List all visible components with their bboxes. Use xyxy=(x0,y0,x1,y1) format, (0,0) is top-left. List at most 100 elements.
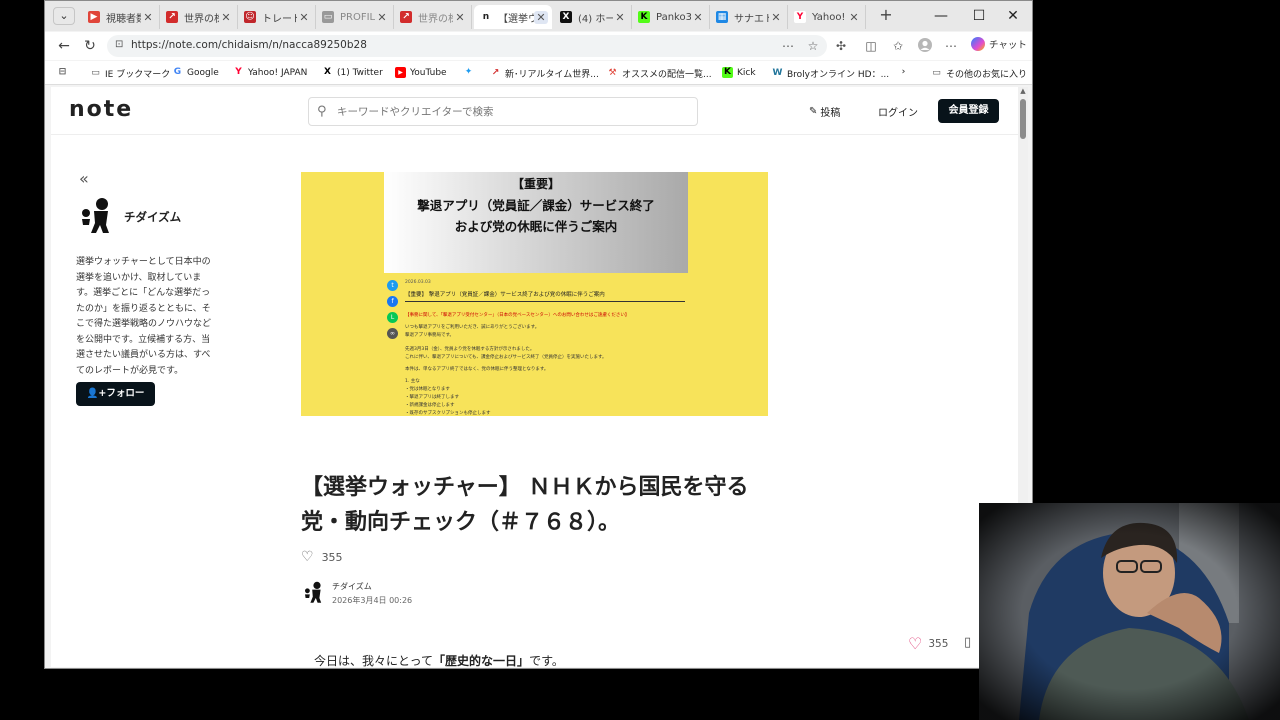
hero-line-2: および党の休眠に伴うご案内 xyxy=(454,219,618,234)
like-count: 355 xyxy=(321,550,343,564)
note-logo[interactable]: note xyxy=(69,97,133,122)
scrollbar-thumb[interactable] xyxy=(1020,99,1026,139)
copilot-chat-button[interactable]: チャット xyxy=(971,37,1027,51)
creator-name[interactable]: チダイズム xyxy=(124,209,181,225)
tab-favicon-icon: X xyxy=(560,11,572,23)
bookmark-other-favorites[interactable]: ▭ その他のお気に入り xyxy=(931,67,1027,80)
favorites-icon[interactable]: ✩ xyxy=(890,38,906,54)
bookmark-recommended-streams[interactable]: ⚒ オススメの配信一覧... xyxy=(607,67,711,80)
collapse-sidebar-icon[interactable]: « xyxy=(79,169,89,188)
extensions-icon[interactable]: ✣ xyxy=(833,38,849,54)
close-tab-icon[interactable]: ✕ xyxy=(141,11,155,24)
tab-favicon-icon: ↗ xyxy=(400,11,412,23)
heart-outline-icon[interactable]: ♡ xyxy=(301,549,314,565)
bookmark-twitter[interactable]: X (1) Twitter xyxy=(322,67,383,78)
creator-avatar[interactable] xyxy=(77,195,117,235)
close-tab-icon[interactable]: ✕ xyxy=(847,11,861,24)
tab-8[interactable]: K Panko3F ✕ xyxy=(632,5,710,29)
more-bookmarks-chevron-icon[interactable]: › xyxy=(898,67,913,78)
post-button[interactable]: ✎ 投稿 xyxy=(809,104,840,119)
close-tab-icon[interactable]: ✕ xyxy=(375,11,389,24)
post-label: 投稿 xyxy=(820,108,841,119)
close-tab-icon[interactable]: ✕ xyxy=(534,10,548,24)
bookmark-twitter-bird[interactable]: ✦ xyxy=(463,67,478,78)
tab-3[interactable]: ☺ トレード - ✕ xyxy=(238,5,316,29)
copilot-icon xyxy=(971,37,985,51)
more-info-icon[interactable]: ⋯ xyxy=(780,38,796,54)
tab-1[interactable]: ▶ 視聴者数 ✕ xyxy=(82,5,160,29)
settings-more-icon[interactable]: ⋯ xyxy=(943,38,959,54)
maximize-button[interactable]: ☐ xyxy=(969,6,989,26)
address-bar[interactable]: ⊡ https://note.com/chidaism/n/nacca89250… xyxy=(107,35,827,57)
bookmark-bar-toggle-icon[interactable]: ⊟ xyxy=(57,67,72,78)
author-avatar[interactable] xyxy=(302,580,326,604)
floating-like-button[interactable]: ♡ 355 xyxy=(908,634,948,653)
article-hero-image: 【重要】 撃退アプリ（党員証／課金）サービス終了 および党の休眠に伴うご案内 t… xyxy=(301,172,768,416)
site-info-icon[interactable]: ⊡ xyxy=(115,39,127,51)
body-text-prefix: 今日は、我々にとって xyxy=(314,654,434,667)
article-title: 【選挙ウォッチャー】 ＮＨＫから国民を守る党・動向チェック（＃７６８）。 xyxy=(301,475,749,535)
tab-10[interactable]: Y Yahoo! J ✕ xyxy=(788,5,866,29)
profile-avatar-icon[interactable] xyxy=(917,38,933,54)
note-page: note ⚲ ✎ 投稿 ログイン 会員登録 « チダイズム 選挙ウォッチャーとし… xyxy=(51,87,1022,667)
scroll-up-icon[interactable]: ▲ xyxy=(1019,87,1027,95)
tab-6-active[interactable]: n 【選挙ウォ ✕ xyxy=(474,5,552,29)
close-tab-icon[interactable]: ✕ xyxy=(691,11,705,24)
new-tab-button[interactable]: + xyxy=(877,7,895,25)
tab-label: トレード - xyxy=(262,13,297,25)
bookmark-label: (1) Twitter xyxy=(337,67,383,78)
desktop: ⌄ ▶ 視聴者数 ✕ ↗ 世界の株 ✕ ☺ トレード - ✕ ▭ PROFILE… xyxy=(0,0,1280,720)
tab-7[interactable]: X (4) ホーム ✕ xyxy=(554,5,632,29)
tab-2[interactable]: ↗ 世界の株 ✕ xyxy=(160,5,238,29)
bookmark-broly[interactable]: W Brolyオンライン HD：... xyxy=(772,67,890,80)
bookmark-google[interactable]: G Google xyxy=(172,67,219,78)
twitter-bird-icon: ✦ xyxy=(464,67,473,77)
kick-icon: K xyxy=(722,67,733,78)
close-tab-icon[interactable]: ✕ xyxy=(219,11,233,24)
tab-actions-button[interactable]: ⌄ xyxy=(53,7,75,25)
tab-5[interactable]: ↗ 世界の株 ✕ xyxy=(394,5,472,29)
share-twitter-icon: t xyxy=(387,280,398,291)
follow-button[interactable]: 👤+フォロー xyxy=(76,382,155,406)
bookmarks-bar: ⊟ ▭ IE ブックマーク G Google Y Yahoo! JAPAN X … xyxy=(45,61,1032,85)
hero-text-line: ・撃退アプリは終了します xyxy=(405,395,459,400)
close-tab-icon[interactable]: ✕ xyxy=(297,11,311,24)
tab-4[interactable]: ▭ PROFILE ✕ xyxy=(316,5,394,29)
close-window-button[interactable]: ✕ xyxy=(1003,6,1023,26)
tab-favicon-icon: ↗ xyxy=(166,11,178,23)
tab-9[interactable]: ▦ サナエトー ✕ xyxy=(710,5,788,29)
tab-favicon-icon: ☺ xyxy=(244,11,256,23)
book-icon[interactable]: ▯ xyxy=(964,635,971,650)
tab-favicon-icon: Y xyxy=(794,11,806,23)
chat-label: チャット xyxy=(989,40,1027,51)
author-name[interactable]: チダイズム xyxy=(332,581,372,592)
back-button[interactable]: ← xyxy=(55,37,73,55)
refresh-button[interactable]: ↻ xyxy=(81,37,99,55)
bookmark-kick[interactable]: K Kick xyxy=(722,67,756,78)
tab-label: Yahoo! J xyxy=(812,11,847,23)
search-box[interactable]: ⚲ xyxy=(308,97,698,126)
search-input[interactable] xyxy=(337,103,687,121)
body-text-bold: 「歴史的な一日」 xyxy=(433,654,530,667)
signup-button[interactable]: 会員登録 xyxy=(938,99,999,123)
bookmark-ie[interactable]: ▭ IE ブックマーク xyxy=(90,67,170,80)
bookmark-realtime-stocks[interactable]: ↗ 新･リアルタイム世界... xyxy=(490,67,599,80)
close-tab-icon[interactable]: ✕ xyxy=(613,11,627,24)
chart-icon: ↗ xyxy=(491,68,500,78)
bookmark-label: その他のお気に入り xyxy=(946,70,1028,80)
bookmark-yahoo[interactable]: Y Yahoo! JAPAN xyxy=(233,67,307,78)
bookmark-label: Kick xyxy=(737,67,756,78)
share-facebook-icon: f xyxy=(387,296,398,307)
note-header: note ⚲ ✎ 投稿 ログイン 会員登録 xyxy=(51,87,1022,135)
close-tab-icon[interactable]: ✕ xyxy=(453,11,467,24)
login-link[interactable]: ログイン xyxy=(878,104,918,119)
split-screen-icon[interactable]: ◫ xyxy=(863,38,879,54)
tab-label: (4) ホーム xyxy=(578,13,613,25)
tab-label: PROFILE xyxy=(340,11,375,23)
hero-text-line: ・新規課金は停止します xyxy=(405,403,455,408)
favorite-star-icon[interactable]: ☆ xyxy=(805,38,821,54)
close-tab-icon[interactable]: ✕ xyxy=(769,11,783,24)
bookmark-youtube[interactable]: ▶ YouTube xyxy=(395,67,447,78)
browser-window: ⌄ ▶ 視聴者数 ✕ ↗ 世界の株 ✕ ☺ トレード - ✕ ▭ PROFILE… xyxy=(44,0,1033,669)
minimize-button[interactable]: — xyxy=(931,6,951,26)
